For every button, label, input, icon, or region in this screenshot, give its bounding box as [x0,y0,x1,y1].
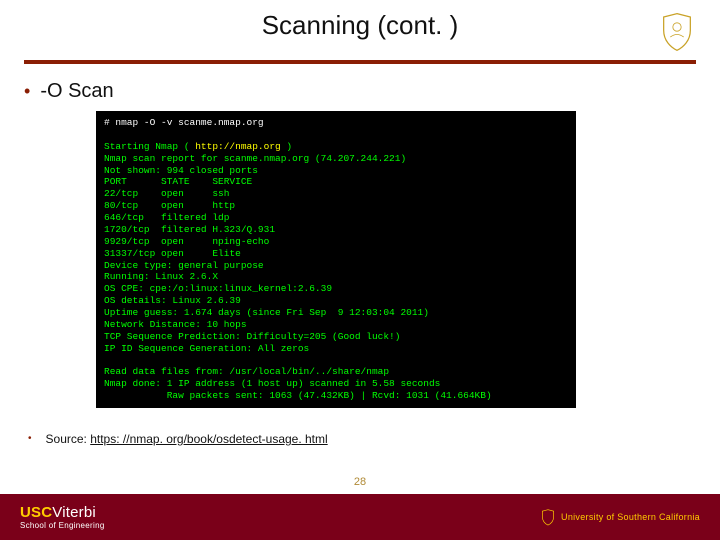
terminal-url: http://nmap.org [195,141,281,152]
page-number: 28 [0,476,720,488]
terminal-line: Not shown: 994 closed ports [104,165,258,176]
source-link[interactable]: https: //nmap. org/book/osdetect-usage. … [90,432,327,446]
terminal-line: 22/tcp open ssh [104,188,229,199]
brand-usc: USC [20,504,52,521]
bullet-dot-icon: • [28,432,32,446]
terminal-line: 9929/tcp open nping-echo [104,236,269,247]
terminal-line: OS CPE: cpe:/o:linux:linux_kernel:2.6.39 [104,283,332,294]
terminal-line: OS details: Linux 2.6.39 [104,295,241,306]
terminal-command: nmap -O -v scanme.nmap.org [115,117,263,128]
terminal-line: Running: Linux 2.6.X [104,271,218,282]
mini-shield-icon [541,509,555,525]
terminal-line: Raw packets sent: 1063 (47.432KB) | Rcvd… [104,390,492,401]
footer-brand: USCViterbi School of Engineering [20,505,105,530]
footer-bar: USCViterbi School of Engineering Univers… [0,494,720,540]
source-row: • Source: https: //nmap. org/book/osdete… [24,432,696,446]
university-name: University of Southern California [561,512,700,522]
terminal-line: Starting Nmap ( [104,141,195,152]
terminal-line: 646/tcp filtered ldp [104,212,229,223]
bullet-text: -O Scan [40,80,113,103]
usc-shield-icon [660,12,694,52]
terminal-line: Uptime guess: 1.674 days (since Fri Sep … [104,307,429,318]
terminal-line: Network Distance: 10 hops [104,319,247,330]
terminal-line: 1720/tcp filtered H.323/Q.931 [104,224,275,235]
terminal-prompt: # [104,117,115,128]
source-label: Source: [46,432,91,446]
terminal-line: Read data files from: /usr/local/bin/../… [104,366,389,377]
terminal-line: TCP Sequence Prediction: Difficulty=205 … [104,331,400,342]
slide-title: Scanning (cont. ) [80,10,640,41]
bullet-dot-icon: • [24,80,30,102]
terminal-line: Nmap scan report for scanme.nmap.org (74… [104,153,406,164]
terminal-line: 31337/tcp open Elite [104,248,241,259]
bullet-item: • -O Scan [24,80,696,103]
terminal-line: IP ID Sequence Generation: All zeros [104,343,309,354]
footer-university: University of Southern California [541,509,700,525]
brand-viterbi: Viterbi [52,504,96,521]
terminal-line: PORT STATE SERVICE [104,176,252,187]
divider [24,60,696,64]
terminal-line: Nmap done: 1 IP address (1 host up) scan… [104,378,440,389]
terminal-line: 80/tcp open http [104,200,235,211]
terminal-line: Device type: general purpose [104,260,264,271]
school-name: School of Engineering [20,522,105,530]
terminal-output: # nmap -O -v scanme.nmap.org Starting Nm… [96,111,576,408]
terminal-line: ) [281,141,292,152]
